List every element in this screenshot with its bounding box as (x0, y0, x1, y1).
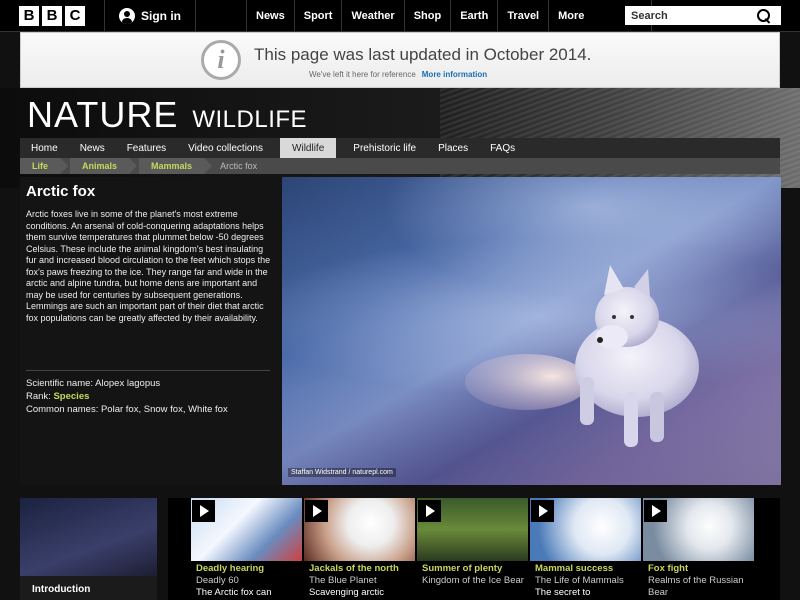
play-icon[interactable] (192, 500, 215, 522)
clip-title: Deadly hearing (196, 563, 265, 574)
play-icon[interactable] (531, 500, 554, 522)
section-nav-news[interactable]: News (69, 138, 116, 158)
section-nav-places[interactable]: Places (427, 138, 479, 158)
introduction-tile[interactable]: Introduction (20, 498, 157, 600)
logo-letter-b1: B (19, 5, 39, 26)
section-nav: Home News Features Video collections Wil… (20, 138, 780, 158)
clip-source: Realms of the Russian Bear (648, 575, 744, 598)
clip-snippet: The Arctic fox can (196, 587, 272, 598)
archive-notice-banner: i This page was last updated in October … (20, 32, 780, 88)
breadcrumb: Life Animals Mammals Arctic fox (20, 158, 780, 174)
search-icon[interactable] (757, 8, 771, 23)
section-nav-home[interactable]: Home (20, 138, 69, 158)
clip-source: The Blue Planet (309, 575, 377, 586)
nav-earth[interactable]: Earth (450, 0, 497, 32)
more-information-link[interactable]: More information (422, 70, 487, 79)
video-clip[interactable]: Fox fight Realms of the Russian Bear (643, 498, 754, 600)
video-clip[interactable]: Summer of plenty Kingdom of the Ice Bear (417, 498, 528, 600)
breadcrumb-life[interactable]: Life (20, 158, 69, 174)
search-box (625, 6, 781, 25)
bbc-top-bar: B B C Sign in News Sport Weather Shop Ea… (0, 0, 800, 32)
breadcrumb-current: Arctic fox (220, 161, 258, 171)
nav-weather[interactable]: Weather (341, 0, 403, 32)
photo-credit: Staffan Widstrand / naturepl.com (288, 468, 396, 477)
section-nav-video-collections[interactable]: Video collections (177, 138, 274, 158)
sign-in-label: Sign in (141, 8, 181, 23)
archive-notice-text: We've left it here for reference (309, 70, 416, 79)
nav-shop[interactable]: Shop (403, 0, 451, 32)
clip-title: Fox fight (648, 563, 689, 574)
clip-title: Jackals of the north (309, 563, 399, 574)
clip-source: The Life of Mammals (535, 575, 624, 586)
breadcrumb-mammals[interactable]: Mammals (139, 158, 213, 174)
clip-snippet: The secret to (535, 587, 591, 598)
rank-link[interactable]: Species (53, 391, 89, 402)
user-icon (119, 7, 135, 24)
video-clip[interactable]: Deadly hearing Deadly 60 The Arctic fox … (191, 498, 302, 600)
play-icon[interactable] (644, 500, 667, 522)
nav-news[interactable]: News (246, 0, 294, 32)
species-info-panel: Arctic fox Arctic foxes live in some of … (20, 177, 282, 485)
species-facts: Scientific name: Alopex lagopus Rank: Sp… (26, 377, 228, 416)
sign-in-button[interactable]: Sign in (104, 0, 196, 32)
play-icon[interactable] (418, 500, 441, 522)
introduction-label: Introduction (32, 584, 91, 595)
section-nav-prehistoric-life[interactable]: Prehistoric life (342, 138, 427, 158)
video-clip-strip: Deadly hearing Deadly 60 The Arctic fox … (168, 498, 780, 600)
introduction-thumbnail (20, 498, 157, 576)
site-title-nature: NATURE (27, 94, 179, 135)
nav-sport[interactable]: Sport (293, 0, 342, 32)
scientific-name: Scientific name: Alopex lagopus (26, 378, 161, 389)
clip-source: Kingdom of the Ice Bear (422, 575, 524, 586)
bbc-logo[interactable]: B B C (19, 5, 85, 26)
rank-label: Rank: (26, 391, 51, 402)
search-input[interactable] (625, 6, 755, 25)
clip-title: Mammal success (535, 563, 614, 574)
play-icon[interactable] (305, 500, 328, 522)
section-nav-wildlife[interactable]: Wildlife (280, 138, 337, 158)
common-names: Common names: Polar fox, Snow fox, White… (26, 404, 228, 415)
rank-row: Rank: Species (26, 390, 228, 403)
video-clip[interactable]: Mammal success The Life of Mammals The s… (530, 498, 641, 600)
global-nav: News Sport Weather Shop Earth Travel Mor… (246, 0, 653, 32)
archive-notice-title: This page was last updated in October 20… (254, 45, 592, 64)
breadcrumb-animals[interactable]: Animals (70, 158, 138, 174)
clip-snippet: Scavenging arctic (309, 587, 384, 598)
site-title-wildlife: WILDLIFE (192, 106, 308, 133)
video-clip[interactable]: Jackals of the north The Blue Planet Sca… (304, 498, 415, 600)
site-title[interactable]: NATURE WILDLIFE (27, 94, 307, 136)
clip-source: Deadly 60 (196, 575, 239, 586)
species-description: Arctic foxes live in some of the planet'… (26, 209, 271, 323)
section-nav-features[interactable]: Features (116, 138, 177, 158)
clip-title: Summer of plenty (422, 563, 503, 574)
logo-letter-c: C (65, 5, 85, 26)
species-title: Arctic fox (26, 183, 96, 200)
section-nav-faqs[interactable]: FAQs (479, 138, 526, 158)
fox-illustration (465, 265, 699, 447)
arctic-fox-photo: Staffan Widstrand / naturepl.com (282, 177, 781, 485)
nav-travel[interactable]: Travel (497, 0, 548, 32)
logo-letter-b2: B (42, 5, 62, 26)
archive-notice-subtitle: We've left it here for reference More inf… (309, 70, 487, 79)
more-label: More (558, 9, 585, 22)
info-icon: i (201, 40, 241, 80)
divider (26, 370, 270, 371)
